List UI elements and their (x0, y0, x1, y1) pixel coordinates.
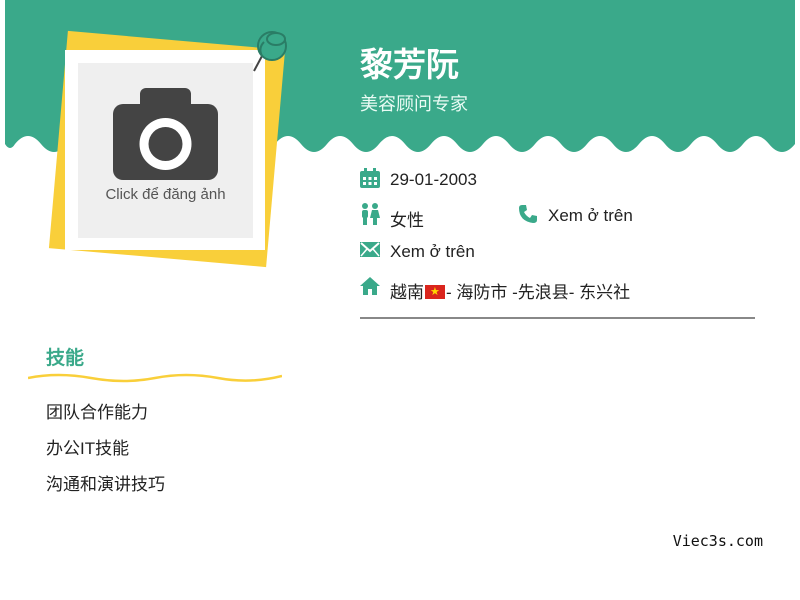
skill-item: 沟通和演讲技巧 (46, 475, 165, 494)
photo-upload-label[interactable]: Click để đăng ảnh (78, 186, 253, 203)
birthday-value: 29-01-2003 (390, 170, 477, 189)
pin-icon (253, 31, 287, 72)
camera-icon (113, 88, 218, 180)
skill-item: 办公IT技能 (46, 439, 130, 458)
footer-brand: Viec3s.com (672, 532, 763, 550)
phone-icon (519, 205, 537, 223)
skill-item: 团队合作能力 (46, 403, 148, 422)
home-icon (360, 277, 380, 295)
address-country: 越南 (390, 283, 424, 302)
gender-value: 女性 (390, 211, 424, 230)
skills-heading: 技能 (46, 348, 85, 369)
email-value: Xem ở trên (390, 242, 475, 261)
address-value: 越南 ★ - 海防市 -先浪县- 东兴社 (390, 278, 630, 303)
vietnam-flag-icon: ★ (425, 285, 445, 299)
gender-icon (362, 203, 380, 225)
calendar-icon (360, 168, 380, 188)
info-divider (360, 317, 755, 319)
profile-name: 黎芳阮 (360, 46, 459, 83)
phone-value: Xem ở trên (548, 206, 633, 225)
address-rest: - 海防市 -先浪县- 东兴社 (446, 283, 631, 302)
mail-icon (360, 242, 380, 257)
skills-underline (28, 373, 282, 383)
job-title: 美容顾问专家 (360, 94, 468, 114)
